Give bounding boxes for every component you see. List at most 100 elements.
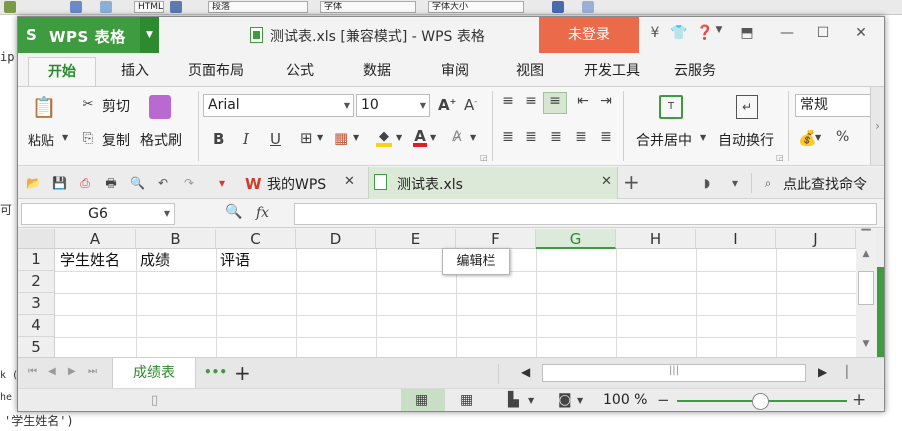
- insert-function-button[interactable]: fx: [256, 205, 269, 221]
- currency-dropdown-icon[interactable]: ▼: [815, 133, 821, 142]
- row-header[interactable]: 3: [18, 293, 55, 315]
- tab-review[interactable]: 审阅: [441, 60, 469, 80]
- paste-dropdown-icon[interactable]: ▼: [62, 133, 68, 142]
- scroll-down-icon[interactable]: ▼: [858, 339, 874, 349]
- alignment-dialog-launcher-icon[interactable]: ◲: [776, 153, 784, 162]
- increase-indent-icon[interactable]: ⇥: [596, 93, 616, 109]
- align-middle-icon[interactable]: ≡: [521, 93, 541, 109]
- export-pdf-icon[interactable]: ⎙: [78, 176, 92, 190]
- tab-data[interactable]: 数据: [363, 60, 391, 80]
- close-icon[interactable]: ✕: [852, 25, 870, 41]
- app-menu-dropdown-arrow-icon[interactable]: ▼: [140, 17, 159, 53]
- tab-developer[interactable]: 开发工具: [584, 60, 640, 80]
- currency-icon[interactable]: 💰: [798, 129, 817, 147]
- tab-home[interactable]: 开始: [28, 57, 96, 87]
- tab-page-layout[interactable]: 页面布局: [188, 60, 244, 80]
- add-sheet-button[interactable]: +: [234, 361, 251, 385]
- zoom-formula-icon[interactable]: 🔍: [225, 204, 242, 220]
- column-header[interactable]: C: [216, 229, 296, 249]
- html-button[interactable]: HTML: [134, 1, 164, 13]
- clear-format-icon[interactable]: A̷: [452, 129, 462, 145]
- underline-button[interactable]: U: [270, 130, 281, 148]
- cell-style-dropdown-icon[interactable]: ▼: [353, 133, 359, 142]
- close-tab-icon[interactable]: ✕: [601, 174, 612, 189]
- merge-center-button[interactable]: 合并居中: [636, 130, 692, 150]
- ribbon-scroll-right-icon[interactable]: ›: [870, 87, 884, 165]
- font-dialog-launcher-icon[interactable]: ◲: [480, 153, 488, 162]
- scroll-top-icon[interactable]: ▔: [858, 229, 874, 243]
- search-icon[interactable]: ⌕: [761, 176, 775, 190]
- bold-button[interactable]: B: [213, 130, 224, 148]
- font-size-select[interactable]: 10 ▼: [356, 94, 430, 117]
- distributed-align-icon[interactable]: ≣: [596, 129, 616, 145]
- merge-dropdown-icon[interactable]: ▼: [700, 133, 706, 142]
- zoom-level[interactable]: 100 %: [603, 392, 647, 408]
- name-box[interactable]: G6 ▼: [21, 203, 175, 225]
- font-color-dropdown-icon[interactable]: ▼: [430, 133, 436, 142]
- skin-shop-icon[interactable]: ¥: [648, 25, 662, 41]
- copy-button[interactable]: 复制: [102, 130, 130, 150]
- restore-ribbon-icon[interactable]: ⬒: [738, 25, 756, 41]
- italic-button[interactable]: I: [243, 130, 249, 148]
- font-name-select[interactable]: Arial ▼: [203, 94, 354, 117]
- help-dropdown-icon[interactable]: ▼: [714, 25, 724, 35]
- column-header-selected[interactable]: G: [536, 229, 616, 249]
- paste-button[interactable]: 粘贴: [28, 130, 54, 149]
- wrap-text-button[interactable]: 自动换行: [718, 130, 774, 150]
- scroll-left-icon[interactable]: ◀: [521, 365, 530, 379]
- open-folder-icon[interactable]: 📂: [26, 176, 41, 190]
- print-icon[interactable]: 🖶: [104, 176, 118, 190]
- cell-style-icon[interactable]: ▦: [334, 129, 348, 147]
- border-icon[interactable]: ⊞: [300, 129, 313, 147]
- column-header[interactable]: E: [376, 229, 456, 249]
- upload-icon[interactable]: [70, 1, 82, 13]
- tab-view[interactable]: 视图: [516, 60, 544, 80]
- vertical-scrollbar[interactable]: ▔ ▲ ▼: [856, 229, 876, 357]
- horizontal-scroll-thumb[interactable]: |||: [542, 364, 806, 382]
- normal-view-button[interactable]: ▦: [401, 389, 445, 411]
- font-select[interactable]: 字体: [320, 1, 416, 13]
- cell-C1[interactable]: 评语: [220, 249, 250, 271]
- sheet-tab-active[interactable]: 成绩表: [112, 358, 196, 389]
- login-button[interactable]: 未登录: [539, 17, 639, 53]
- formula-input[interactable]: [294, 203, 877, 225]
- refresh-icon[interactable]: [100, 1, 112, 13]
- wrap-text-icon[interactable]: ↵: [736, 95, 758, 119]
- zoom-out-button[interactable]: −: [657, 391, 670, 409]
- redo-icon[interactable]: ↷: [182, 176, 196, 190]
- image-icon[interactable]: [4, 1, 16, 13]
- tab-my-wps[interactable]: W 我的WPS ✕: [238, 167, 366, 198]
- eye-protection-icon[interactable]: ◙: [558, 392, 572, 408]
- more-sheets-button[interactable]: •••: [204, 365, 227, 379]
- row-header[interactable]: 1: [18, 249, 55, 271]
- format-painter-button[interactable]: 格式刷: [140, 130, 182, 150]
- merge-center-icon[interactable]: T: [659, 95, 683, 119]
- percent-button[interactable]: %: [836, 129, 849, 145]
- sync-icon[interactable]: ◗: [700, 176, 714, 190]
- new-tab-icon[interactable]: +: [623, 170, 640, 194]
- task-pane-toggle[interactable]: [877, 267, 884, 367]
- last-sheet-icon[interactable]: ⏭: [88, 366, 97, 377]
- align-bottom-icon[interactable]: ≡: [543, 92, 567, 114]
- print-preview-icon[interactable]: 🔍: [130, 176, 145, 190]
- align-left-icon[interactable]: ≣: [498, 129, 518, 145]
- zoom-slider-thumb[interactable]: [752, 393, 769, 410]
- column-header[interactable]: A: [55, 229, 136, 249]
- format-painter-icon[interactable]: [149, 95, 171, 119]
- column-header[interactable]: H: [616, 229, 696, 249]
- tab-document-file[interactable]: 测试表.xls ✕: [368, 167, 618, 199]
- tab-formulas[interactable]: 公式: [286, 60, 314, 80]
- scroll-end-icon[interactable]: ▕: [838, 365, 847, 379]
- scroll-thumb[interactable]: [858, 271, 874, 305]
- wps-app-menu-button[interactable]: S WPS 表格: [18, 17, 159, 53]
- maximize-icon[interactable]: ☐: [814, 25, 832, 41]
- font-color-icon[interactable]: A: [413, 127, 427, 147]
- undo-icon[interactable]: [552, 1, 564, 13]
- page-break-view-icon[interactable]: ▦: [460, 392, 473, 408]
- undo-icon[interactable]: ↶: [156, 176, 170, 190]
- scroll-up-icon[interactable]: ▲: [858, 249, 874, 259]
- column-header[interactable]: D: [296, 229, 376, 249]
- tab-cloud-service[interactable]: 云服务: [674, 60, 716, 80]
- column-header[interactable]: B: [136, 229, 216, 249]
- find-command-box[interactable]: 点此查找命令: [783, 174, 867, 194]
